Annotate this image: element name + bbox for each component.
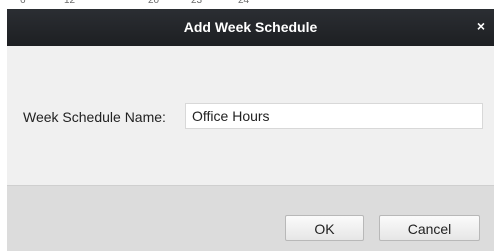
timeline-tick: 23 <box>191 0 203 6</box>
timeline-tick: 24 <box>238 0 250 6</box>
close-icon[interactable]: × <box>474 19 488 33</box>
timeline-tick: 6 <box>20 0 26 6</box>
dialog-footer: OK Cancel <box>7 185 494 251</box>
dialog-titlebar: Add Week Schedule × <box>7 9 494 46</box>
dialog-title: Add Week Schedule <box>183 19 318 35</box>
timeline-tick: 12 <box>64 0 76 6</box>
dialog-body: Week Schedule Name: <box>7 46 494 185</box>
week-schedule-name-input[interactable] <box>185 103 483 129</box>
background-timeline-strip: 6 12 20 23 24 <box>0 0 494 9</box>
timeline-ticks: 6 12 20 23 24 <box>0 0 494 7</box>
cancel-button[interactable]: Cancel <box>379 215 480 241</box>
add-week-schedule-dialog: Add Week Schedule × Week Schedule Name: … <box>7 9 494 251</box>
ok-button[interactable]: OK <box>285 215 364 241</box>
week-schedule-name-label: Week Schedule Name: <box>23 109 166 125</box>
timeline-tick: 20 <box>148 0 160 6</box>
